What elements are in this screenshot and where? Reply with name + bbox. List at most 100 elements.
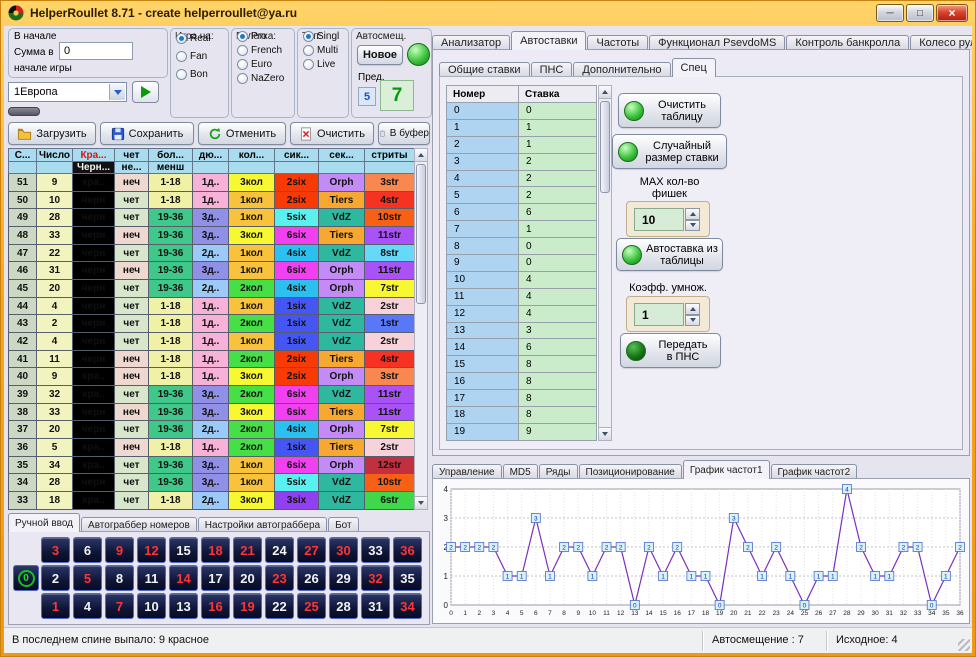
number-button-1[interactable]: 1 (41, 593, 70, 619)
scroll-down-arrow[interactable] (415, 496, 427, 509)
autobet-from-table-button[interactable]: Автоставка из таблицы (616, 238, 723, 271)
number-button-26[interactable]: 26 (297, 565, 326, 591)
number-button-2[interactable]: 2 (41, 565, 70, 591)
tab-2[interactable]: Автограббер номеров (81, 517, 197, 532)
bet-row[interactable]: 32 (447, 153, 597, 170)
collapse-button[interactable] (8, 107, 40, 116)
number-button-23[interactable]: 23 (265, 565, 294, 591)
result-row[interactable]: 4631черннеч19-363д..1кол6sixOrph11str (9, 262, 415, 280)
result-row[interactable]: 4520чернчет19-362д..2кол4sixOrph7str (9, 280, 415, 298)
result-row[interactable]: 424чернчет1-181д..1кол1sixVdZ2str (9, 333, 415, 351)
radio-option-french[interactable]: French (232, 43, 294, 57)
start-sum-input[interactable] (59, 42, 133, 60)
spin-up-button[interactable] (685, 208, 700, 220)
clear-button[interactable]: Очистить (290, 122, 374, 145)
spin-up-button[interactable] (685, 303, 700, 315)
max-chips-value[interactable]: 10 (634, 208, 684, 231)
bet-row[interactable]: 124 (447, 305, 597, 322)
tab-4[interactable]: Функционал PsevdoMS (649, 35, 785, 50)
number-button-34[interactable]: 34 (393, 593, 422, 619)
number-button-32[interactable]: 32 (361, 565, 390, 591)
game-variant-select[interactable]: 1Европа (8, 82, 127, 102)
tab-3[interactable]: Ряды (539, 464, 578, 479)
number-button-4[interactable]: 4 (73, 593, 102, 619)
maximize-button[interactable]: □ (906, 4, 934, 22)
save-button[interactable]: Сохранить (100, 122, 194, 145)
bet-row[interactable]: 178 (447, 390, 597, 407)
result-row[interactable]: 4722чернчет19-362д..1кол4sixVdZ8str (9, 244, 415, 262)
result-row[interactable]: 3833черннеч19-363д..3кол6sixTiers11str (9, 403, 415, 421)
number-button-7[interactable]: 7 (105, 593, 134, 619)
result-row[interactable]: 4928чернчет19-363д..1кол5sixVdZ10str (9, 209, 415, 227)
number-button-6[interactable]: 6 (73, 537, 102, 563)
result-row[interactable]: 519кра..неч1-181д..3кол2sixOrph3str (9, 174, 415, 192)
tab-1[interactable]: Управление (432, 464, 502, 479)
bet-row[interactable]: 21 (447, 136, 597, 153)
bet-row[interactable]: 168 (447, 373, 597, 390)
tab-3[interactable]: Настройки автограббера (198, 517, 327, 532)
radio-option-euro[interactable]: Euro (232, 57, 294, 71)
bet-row[interactable]: 71 (447, 221, 597, 238)
result-row[interactable]: 5010чернчет1-181д..1кол2sixTiers4str (9, 191, 415, 209)
window-titlebar[interactable]: HelperRoullet 8.71 - create helperroulle… (0, 0, 976, 26)
spin-down-button[interactable] (685, 315, 700, 327)
result-row[interactable]: 4111черннеч1-181д..2кол2sixTiers4str (9, 350, 415, 368)
spin-down-button[interactable] (685, 220, 700, 232)
bet-row[interactable]: 199 (447, 423, 597, 440)
bet-row[interactable]: 11 (447, 119, 597, 136)
tab-5[interactable]: Контроль банкролла (786, 35, 909, 50)
bet-row[interactable]: 104 (447, 271, 597, 288)
result-row[interactable]: 409кра..неч1-181д..3кол2sixOrph3str (9, 368, 415, 386)
multiplier-value[interactable]: 1 (634, 303, 684, 326)
scrollbar-thumb[interactable] (416, 164, 426, 304)
result-row[interactable]: 365кра..неч1-181д..2кол1sixTiers2str (9, 439, 415, 457)
tab-2[interactable]: MD5 (503, 464, 538, 479)
number-button-19[interactable]: 19 (233, 593, 262, 619)
number-button-36[interactable]: 36 (393, 537, 422, 563)
number-button-15[interactable]: 15 (169, 537, 198, 563)
number-button-35[interactable]: 35 (393, 565, 422, 591)
number-button-29[interactable]: 29 (329, 565, 358, 591)
bet-row[interactable]: 00 (447, 103, 597, 120)
number-button-24[interactable]: 24 (265, 537, 294, 563)
number-button-21[interactable]: 21 (233, 537, 262, 563)
tab-6[interactable]: График частот2 (771, 464, 858, 479)
result-row[interactable]: 3932кра..чет19-363д..2кол6sixVdZ11str (9, 386, 415, 404)
radio-option-real[interactable]: Real (171, 29, 228, 47)
undo-button[interactable]: Отменить (198, 122, 286, 145)
minimize-button[interactable]: ─ (876, 4, 904, 22)
close-button[interactable]: × (936, 4, 968, 22)
scroll-up-arrow[interactable] (415, 149, 427, 162)
number-button-9[interactable]: 9 (105, 537, 134, 563)
number-button-30[interactable]: 30 (329, 537, 358, 563)
number-button-17[interactable]: 17 (201, 565, 230, 591)
number-button-25[interactable]: 25 (297, 593, 326, 619)
number-button-11[interactable]: 11 (137, 565, 166, 591)
tab-1[interactable]: Общие ставки (439, 62, 530, 77)
scroll-up-arrow[interactable] (599, 86, 611, 99)
bet-row[interactable]: 114 (447, 288, 597, 305)
radio-option-multi[interactable]: Multi (298, 43, 348, 57)
load-button[interactable]: Загрузить (8, 122, 96, 145)
result-row[interactable]: 3534кра..чет19-363д..1кол6sixOrph12str (9, 456, 415, 474)
number-button-5[interactable]: 5 (73, 565, 102, 591)
result-row[interactable]: 4833черннеч19-363д..3кол6sixTiers11str (9, 227, 415, 245)
number-button-16[interactable]: 16 (201, 593, 230, 619)
radio-option-bon[interactable]: Bon (171, 65, 228, 83)
scroll-down-arrow[interactable] (599, 427, 611, 440)
bet-row[interactable]: 146 (447, 339, 597, 356)
bet-row[interactable]: 188 (447, 407, 597, 424)
radio-option-singl[interactable]: Singl (298, 29, 348, 43)
bet-row[interactable]: 66 (447, 204, 597, 221)
bet-row[interactable]: 80 (447, 238, 597, 255)
number-button-10[interactable]: 10 (137, 593, 166, 619)
number-button-22[interactable]: 22 (265, 593, 294, 619)
tab-1[interactable]: Анализатор (432, 35, 510, 50)
result-row[interactable]: 444чернчет1-181д..1кол1sixVdZ2str (9, 297, 415, 315)
tab-2[interactable]: Автоставки (511, 31, 586, 50)
number-button-28[interactable]: 28 (329, 593, 358, 619)
transfer-to-pns-button[interactable]: Передать в ПНС (620, 333, 721, 368)
tab-4[interactable]: Спец (672, 58, 716, 77)
bet-row[interactable]: 42 (447, 170, 597, 187)
radio-option-nazero[interactable]: NaZero (232, 71, 294, 85)
